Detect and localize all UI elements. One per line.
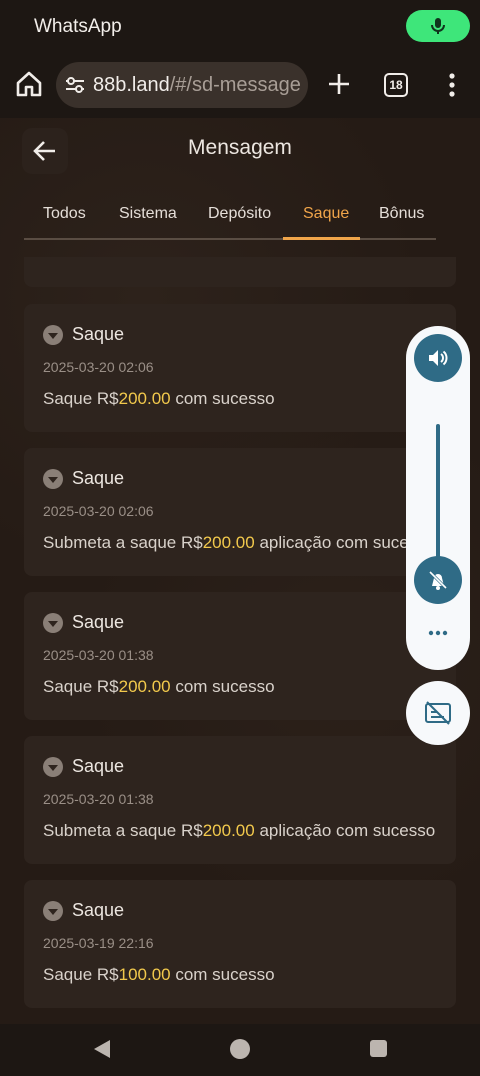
message-text: Submeta a saque R$200.00 aplicação com s… xyxy=(43,821,436,840)
message-amount: 200.00 xyxy=(118,677,171,696)
message-date: 2025-03-20 02:06 xyxy=(43,359,154,375)
message-card[interactable]: Saque 2025-03-20 01:38 Submeta a saque R… xyxy=(24,736,456,864)
page-title: Mensagem xyxy=(188,136,292,159)
volume-slider[interactable] xyxy=(436,424,440,574)
message-card[interactable]: Saque 2025-03-20 02:06 Saque R$200.00 co… xyxy=(24,304,456,432)
url-path: /#/sd-message xyxy=(169,74,301,96)
caret-down-icon[interactable] xyxy=(43,468,63,489)
new-tab-icon[interactable] xyxy=(324,69,354,99)
more-vert-icon[interactable] xyxy=(440,70,464,100)
tab-todos[interactable]: Todos xyxy=(43,205,86,223)
tab-bonus[interactable]: Bônus xyxy=(379,205,424,223)
message-text: Submeta a saque R$200.00 aplicação com s… xyxy=(43,533,436,552)
message-card-partial xyxy=(24,257,456,287)
url-text: 88b.land/#/sd-message xyxy=(93,74,301,97)
tab-switcher-button[interactable]: 18 xyxy=(384,73,408,97)
ring-muted-icon xyxy=(428,570,448,590)
message-amount: 100.00 xyxy=(118,965,171,984)
url-bar[interactable]: 88b.land/#/sd-message xyxy=(56,62,308,108)
caret-down-icon[interactable] xyxy=(43,324,63,345)
message-text: Saque R$200.00 com sucesso xyxy=(43,677,275,696)
volume-panel xyxy=(406,326,470,670)
message-card[interactable]: Saque 2025-03-20 01:38 Saque R$200.00 co… xyxy=(24,592,456,720)
volume-icon xyxy=(429,350,448,366)
message-date: 2025-03-20 01:38 xyxy=(43,647,154,663)
status-app-name: WhatsApp xyxy=(34,16,122,37)
nav-recents-icon[interactable] xyxy=(370,1040,387,1057)
tab-saque[interactable]: Saque xyxy=(303,205,349,223)
mic-icon xyxy=(431,18,445,34)
tab-sistema[interactable]: Sistema xyxy=(119,205,177,223)
message-title: Saque xyxy=(72,612,125,632)
message-card[interactable]: Saque 2025-03-20 02:06 Submeta a saque R… xyxy=(24,448,456,576)
mic-indicator[interactable] xyxy=(406,10,470,42)
message-amount: 200.00 xyxy=(202,533,255,552)
system-nav-bar xyxy=(0,1024,480,1076)
message-amount: 200.00 xyxy=(202,821,255,840)
message-title: Saque xyxy=(72,324,125,344)
message-date: 2025-03-20 01:38 xyxy=(43,791,154,807)
message-title: Saque xyxy=(72,900,125,920)
volume-button[interactable] xyxy=(414,334,462,382)
caret-down-icon[interactable] xyxy=(43,756,63,777)
message-text: Saque R$100.00 com sucesso xyxy=(43,965,275,984)
message-date: 2025-03-19 22:16 xyxy=(43,935,154,951)
message-card[interactable]: Saque 2025-03-19 22:16 Saque R$100.00 co… xyxy=(24,880,456,1008)
ringer-mode-button[interactable] xyxy=(414,556,462,604)
message-amount: 200.00 xyxy=(118,389,171,408)
home-icon[interactable] xyxy=(14,69,44,99)
message-title: Saque xyxy=(72,756,125,776)
more-icon[interactable] xyxy=(426,628,450,638)
active-tab-indicator xyxy=(283,237,360,240)
caret-down-icon[interactable] xyxy=(43,612,63,633)
message-date: 2025-03-20 02:06 xyxy=(43,503,154,519)
message-tabs: Todos Sistema Depósito Saque Bônus xyxy=(24,190,436,240)
status-bar: WhatsApp xyxy=(0,0,480,52)
nav-home-icon[interactable] xyxy=(230,1039,250,1059)
browser-toolbar: 88b.land/#/sd-message 18 xyxy=(0,52,480,118)
url-host: 88b.land xyxy=(93,74,170,96)
live-caption-icon xyxy=(425,701,451,725)
tab-deposito[interactable]: Depósito xyxy=(208,205,271,223)
message-title: Saque xyxy=(72,468,125,488)
nav-back-icon[interactable] xyxy=(92,1038,112,1060)
message-text: Saque R$200.00 com sucesso xyxy=(43,389,275,408)
caret-down-icon[interactable] xyxy=(43,900,63,921)
live-caption-button[interactable] xyxy=(406,681,470,745)
site-settings-icon[interactable] xyxy=(64,75,86,95)
